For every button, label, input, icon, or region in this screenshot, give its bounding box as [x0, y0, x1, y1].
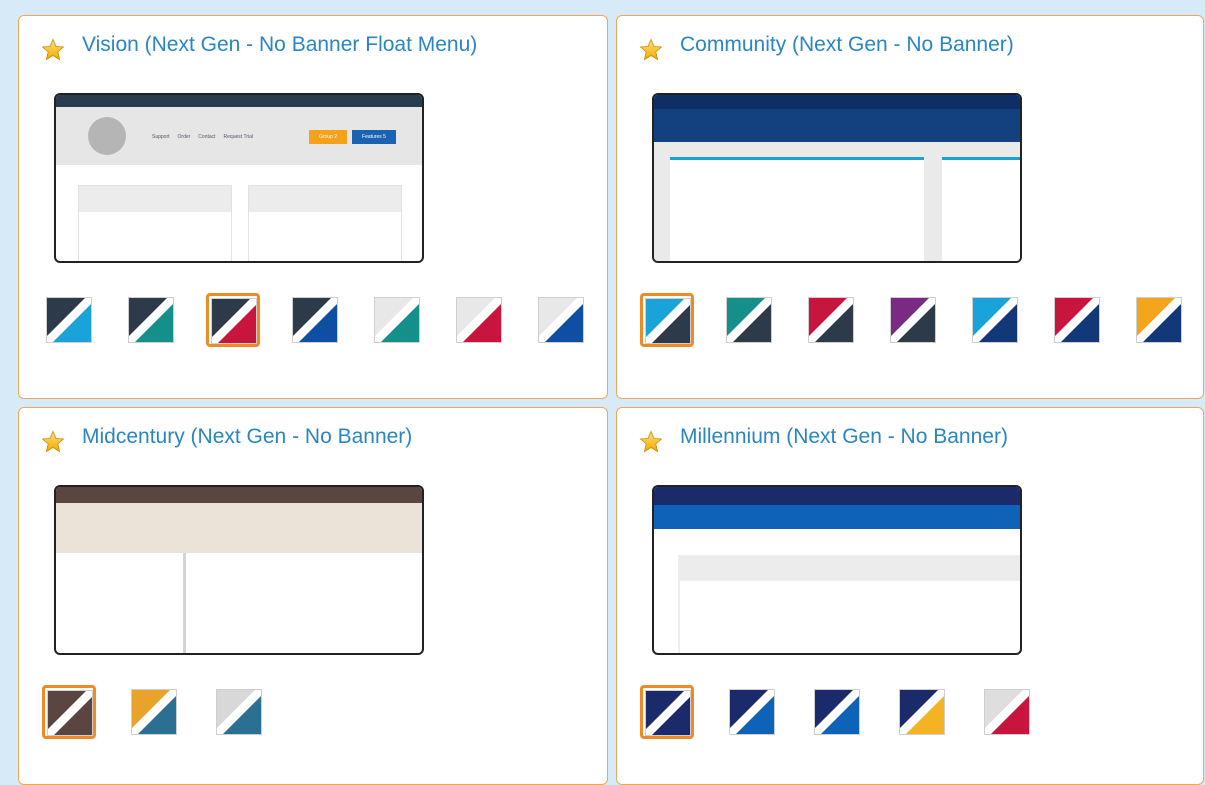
theme-preview-image[interactable] — [652, 485, 1022, 655]
color-swatch-grey-blue[interactable] — [212, 685, 266, 739]
theme-card-millennium[interactable]: Millennium (Next Gen - No Banner) — [616, 407, 1204, 785]
card-title-row: Millennium (Next Gen - No Banner) — [639, 425, 1008, 454]
preview-column — [78, 185, 232, 261]
star-icon[interactable] — [41, 38, 65, 62]
preview-nav-item: Contact — [198, 134, 216, 140]
preview-topbar — [56, 487, 422, 503]
color-swatch-orange-navy[interactable] — [1132, 293, 1186, 347]
theme-title[interactable]: Vision (Next Gen - No Banner Float Menu) — [82, 33, 477, 57]
color-swatch-dark-red[interactable] — [206, 293, 260, 347]
color-swatch-blue-dark[interactable] — [640, 293, 694, 347]
preview-topbar — [654, 95, 1020, 109]
preview-content-line — [678, 581, 680, 653]
color-swatch-dark-blue[interactable] — [42, 293, 96, 347]
theme-card-vision[interactable]: Vision (Next Gen - No Banner Float Menu)… — [18, 15, 608, 399]
preview-column — [942, 157, 1020, 261]
color-swatch-navy[interactable] — [640, 685, 694, 739]
theme-card-midcentury[interactable]: Midcentury (Next Gen - No Banner) — [18, 407, 608, 785]
preview-nav-item: Support — [152, 134, 170, 140]
preview-column — [670, 157, 924, 261]
preview-nav-item: Order — [177, 134, 191, 140]
color-swatch-grey-red[interactable] — [980, 685, 1034, 739]
preview-button-orange: Group 2 — [309, 130, 347, 144]
theme-title[interactable]: Millennium (Next Gen - No Banner) — [680, 425, 1008, 449]
card-title-row: Midcentury (Next Gen - No Banner) — [41, 425, 412, 454]
color-swatch-red-navy[interactable] — [1050, 293, 1104, 347]
color-swatch-light-blue[interactable] — [534, 293, 588, 347]
preview-content-bar — [678, 555, 1020, 581]
color-swatch-dark-teal[interactable] — [124, 293, 178, 347]
preview-avatar — [88, 117, 126, 155]
theme-preview-image[interactable] — [652, 93, 1022, 263]
color-swatch-navy-blue[interactable] — [725, 685, 779, 739]
preview-header — [654, 505, 1020, 529]
preview-nav-item: Request Trial — [223, 134, 253, 140]
preview-topbar — [654, 487, 1020, 505]
theme-card-community[interactable]: Community (Next Gen - No Banner) — [616, 15, 1204, 399]
color-swatch-light-teal[interactable] — [370, 293, 424, 347]
color-swatch-purple-dark[interactable] — [886, 293, 940, 347]
color-swatch-navy-blue-2[interactable] — [810, 685, 864, 739]
color-swatch-blue-navy[interactable] — [968, 293, 1022, 347]
preview-button-blue: Features 5 — [352, 130, 396, 144]
color-swatch-teal-dark[interactable] — [722, 293, 776, 347]
color-swatch-brown[interactable] — [42, 685, 96, 739]
theme-title[interactable]: Community (Next Gen - No Banner) — [680, 33, 1014, 57]
card-title-row: Vision (Next Gen - No Banner Float Menu) — [41, 33, 477, 62]
theme-title[interactable]: Midcentury (Next Gen - No Banner) — [82, 425, 412, 449]
color-swatch-dark-navy[interactable] — [288, 293, 342, 347]
color-swatch-gold-blue[interactable] — [127, 685, 181, 739]
theme-preview-image[interactable]: Support Order Contact Request Trial Grou… — [54, 93, 424, 263]
color-swatch-red-dark[interactable] — [804, 293, 858, 347]
star-icon[interactable] — [639, 430, 663, 454]
preview-header — [56, 503, 422, 553]
preview-header — [654, 109, 1020, 142]
preview-nav: Support Order Contact Request Trial — [152, 134, 253, 140]
preview-divider — [183, 553, 186, 653]
color-swatch-navy-gold[interactable] — [895, 685, 949, 739]
preview-topbar — [56, 95, 422, 107]
preview-column — [248, 185, 402, 261]
card-title-row: Community (Next Gen - No Banner) — [639, 33, 1014, 62]
star-icon[interactable] — [41, 430, 65, 454]
theme-preview-image[interactable] — [54, 485, 424, 655]
star-icon[interactable] — [639, 38, 663, 62]
color-swatch-light-red[interactable] — [452, 293, 506, 347]
